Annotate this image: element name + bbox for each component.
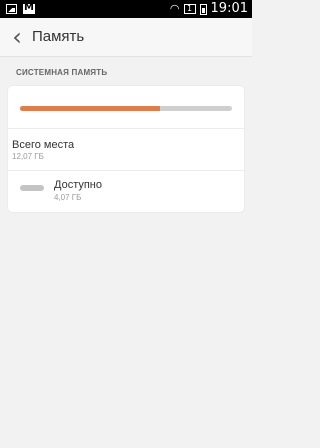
chevron-left-icon: ‹ <box>12 23 22 51</box>
available-swatch <box>20 185 44 191</box>
total-space-value: 12,07 ГБ <box>12 152 44 161</box>
page-title: Память <box>32 28 85 45</box>
mail-icon <box>23 2 35 14</box>
back-button[interactable]: ‹ <box>6 23 28 51</box>
storage-usage-bar <box>20 106 232 111</box>
clock: 19:01 <box>210 1 248 16</box>
app-bar: ‹ Память <box>0 18 252 57</box>
section-label: СИСТЕМНАЯ ПАМЯТЬ <box>16 68 108 77</box>
total-space-label: Всего места <box>12 139 75 151</box>
image-icon <box>6 4 17 14</box>
wifi-icon: ◠ <box>169 2 180 15</box>
notification-icons <box>6 2 35 14</box>
storage-card: Всего места 12,07 ГБ Доступно 4,07 ГБ <box>8 86 244 212</box>
divider <box>8 170 244 171</box>
available-value: 4,07 ГБ <box>54 193 82 202</box>
status-bar: ◠ 1 19:01 <box>0 0 252 18</box>
battery-icon <box>199 3 207 15</box>
available-label: Доступно <box>54 179 103 191</box>
system-icons: ◠ 1 19:01 <box>170 1 248 17</box>
divider <box>8 128 244 129</box>
signal-icon: 1 <box>183 4 196 14</box>
storage-usage-fill <box>20 106 160 111</box>
